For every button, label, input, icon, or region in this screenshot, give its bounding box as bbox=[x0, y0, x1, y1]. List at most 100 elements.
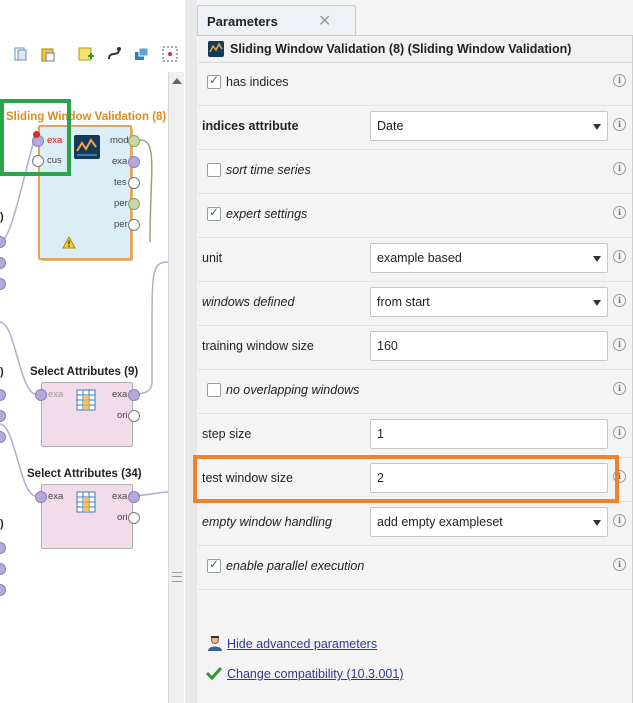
operator-header-title: Sliding Window Validation (8) (Sliding W… bbox=[230, 42, 572, 56]
highlight-test-window-size bbox=[193, 455, 619, 503]
expert-settings-checkbox[interactable] bbox=[207, 205, 221, 221]
output-port-tes[interactable] bbox=[128, 177, 140, 189]
port-label-exa: exa bbox=[48, 389, 64, 400]
sort-time-series-checkbox[interactable] bbox=[207, 163, 221, 177]
port-label-exa: exa bbox=[48, 491, 64, 502]
input-value: 1 bbox=[377, 427, 384, 441]
info-icon[interactable]: i bbox=[613, 206, 626, 219]
arrange-icon[interactable] bbox=[162, 46, 178, 62]
param-indices-attribute: indices attribute Date i bbox=[198, 105, 632, 150]
param-label: step size bbox=[202, 427, 252, 441]
port-label-per-1: per bbox=[114, 198, 128, 209]
tab-label: Parameters bbox=[207, 14, 278, 29]
step-size-input[interactable]: 1 bbox=[370, 419, 608, 449]
output-port-ori[interactable] bbox=[128, 512, 140, 524]
table-operator-icon bbox=[76, 491, 96, 516]
unit-select[interactable]: example based bbox=[370, 243, 608, 273]
output-port-exa[interactable] bbox=[128, 389, 140, 401]
info-icon[interactable]: i bbox=[613, 558, 626, 571]
add-note-icon[interactable] bbox=[78, 46, 94, 62]
info-icon[interactable]: i bbox=[613, 338, 626, 351]
param-expert-settings: expert settings i bbox=[198, 193, 632, 238]
windows-defined-select[interactable]: from start bbox=[370, 287, 608, 317]
chevron-down-icon[interactable] bbox=[593, 300, 601, 306]
tab-divider bbox=[197, 35, 633, 36]
param-label: empty window handling bbox=[202, 515, 332, 529]
info-icon[interactable]: i bbox=[613, 382, 626, 395]
change-compatibility-link[interactable]: Change compatibility (10.3.001) bbox=[227, 667, 404, 681]
hide-advanced-parameters-link[interactable]: Hide advanced parameters bbox=[227, 637, 377, 651]
info-icon[interactable]: i bbox=[613, 514, 626, 527]
param-label: windows defined bbox=[202, 295, 295, 309]
training-window-size-input[interactable]: 160 bbox=[370, 331, 608, 361]
layers-icon[interactable] bbox=[134, 46, 150, 62]
warning-icon[interactable] bbox=[62, 235, 76, 252]
param-step-size: step size 1 i bbox=[198, 413, 632, 458]
cut-label: ) bbox=[0, 518, 4, 530]
chevron-down-icon[interactable] bbox=[593, 520, 601, 526]
info-icon[interactable]: i bbox=[613, 426, 626, 439]
operator-title-select-attributes-34[interactable]: Select Attributes (34) bbox=[27, 468, 142, 480]
input-value: 160 bbox=[377, 339, 398, 353]
operator-header: Sliding Window Validation (8) (Sliding W… bbox=[198, 37, 632, 63]
panel-divider[interactable] bbox=[185, 0, 197, 703]
param-enable-parallel-execution: enable parallel execution i bbox=[198, 545, 632, 590]
info-icon[interactable]: i bbox=[613, 118, 626, 131]
canvas-scrollbar[interactable] bbox=[168, 72, 184, 703]
chevron-down-icon[interactable] bbox=[593, 256, 601, 262]
port-label-ori: ori bbox=[117, 410, 128, 421]
process-canvas[interactable]: Sliding Window Validation (8) exa cus mo… bbox=[0, 0, 184, 703]
param-sort-time-series: sort time series i bbox=[198, 149, 632, 194]
cut-label: ) bbox=[0, 366, 4, 378]
scroll-up-icon[interactable] bbox=[172, 78, 182, 84]
empty-window-handling-select[interactable]: add empty exampleset bbox=[370, 507, 608, 537]
output-port-per-2[interactable] bbox=[128, 219, 140, 231]
output-port-exa[interactable] bbox=[128, 156, 140, 168]
info-icon[interactable]: i bbox=[613, 250, 626, 263]
scroll-grip-icon[interactable] bbox=[172, 572, 182, 582]
param-label: indices attribute bbox=[202, 119, 299, 133]
select-value: example based bbox=[377, 251, 462, 265]
param-empty-window-handling: empty window handling add empty examples… bbox=[198, 501, 632, 546]
select-value: from start bbox=[377, 295, 430, 309]
port-label-ori: ori bbox=[117, 512, 128, 523]
info-icon[interactable]: i bbox=[613, 294, 626, 307]
user-icon bbox=[207, 635, 223, 655]
info-icon[interactable]: i bbox=[613, 74, 626, 87]
param-unit: unit example based i bbox=[198, 237, 632, 282]
output-port-mod[interactable] bbox=[128, 135, 140, 147]
indices-attribute-select[interactable]: Date bbox=[370, 111, 608, 141]
input-port-exa[interactable] bbox=[35, 491, 47, 503]
highlight-input-ports bbox=[0, 99, 71, 176]
param-training-window-size: training window size 160 i bbox=[198, 325, 632, 370]
param-label: training window size bbox=[202, 339, 314, 353]
port-label-mod: mod bbox=[110, 135, 129, 146]
output-port-per-1[interactable] bbox=[128, 198, 140, 210]
param-label: no overlapping windows bbox=[226, 383, 360, 397]
port-label-tes: tes bbox=[114, 177, 127, 188]
close-icon[interactable]: ✕ bbox=[318, 11, 331, 30]
chevron-down-icon[interactable] bbox=[593, 124, 601, 130]
select-value: Date bbox=[377, 119, 404, 133]
no-overlapping-windows-checkbox[interactable] bbox=[207, 383, 221, 397]
param-label: enable parallel execution bbox=[226, 559, 365, 573]
operator-title-select-attributes-9[interactable]: Select Attributes (9) bbox=[30, 366, 138, 378]
param-label: sort time series bbox=[226, 163, 311, 177]
paste-icon[interactable] bbox=[40, 46, 56, 62]
cut-label: ) bbox=[0, 211, 4, 223]
param-no-overlapping-windows: no overlapping windows i bbox=[198, 369, 632, 414]
has-indices-checkbox[interactable] bbox=[207, 73, 221, 89]
input-port-exa[interactable] bbox=[35, 389, 47, 401]
tab-parameters[interactable]: Parameters ✕ bbox=[197, 5, 356, 36]
checkmark-icon bbox=[205, 666, 223, 683]
info-icon[interactable]: i bbox=[613, 162, 626, 175]
port-label-exa-out: exa bbox=[112, 389, 128, 400]
copy-icon[interactable] bbox=[12, 46, 28, 62]
select-value: add empty exampleset bbox=[377, 515, 503, 529]
port-label-exa-out: exa bbox=[112, 491, 128, 502]
port-label-exa-out: exa bbox=[112, 156, 128, 167]
auto-wire-icon[interactable] bbox=[106, 46, 122, 62]
output-port-ori[interactable] bbox=[128, 410, 140, 422]
output-port-exa[interactable] bbox=[128, 491, 140, 503]
enable-parallel-execution-checkbox[interactable] bbox=[207, 557, 221, 573]
